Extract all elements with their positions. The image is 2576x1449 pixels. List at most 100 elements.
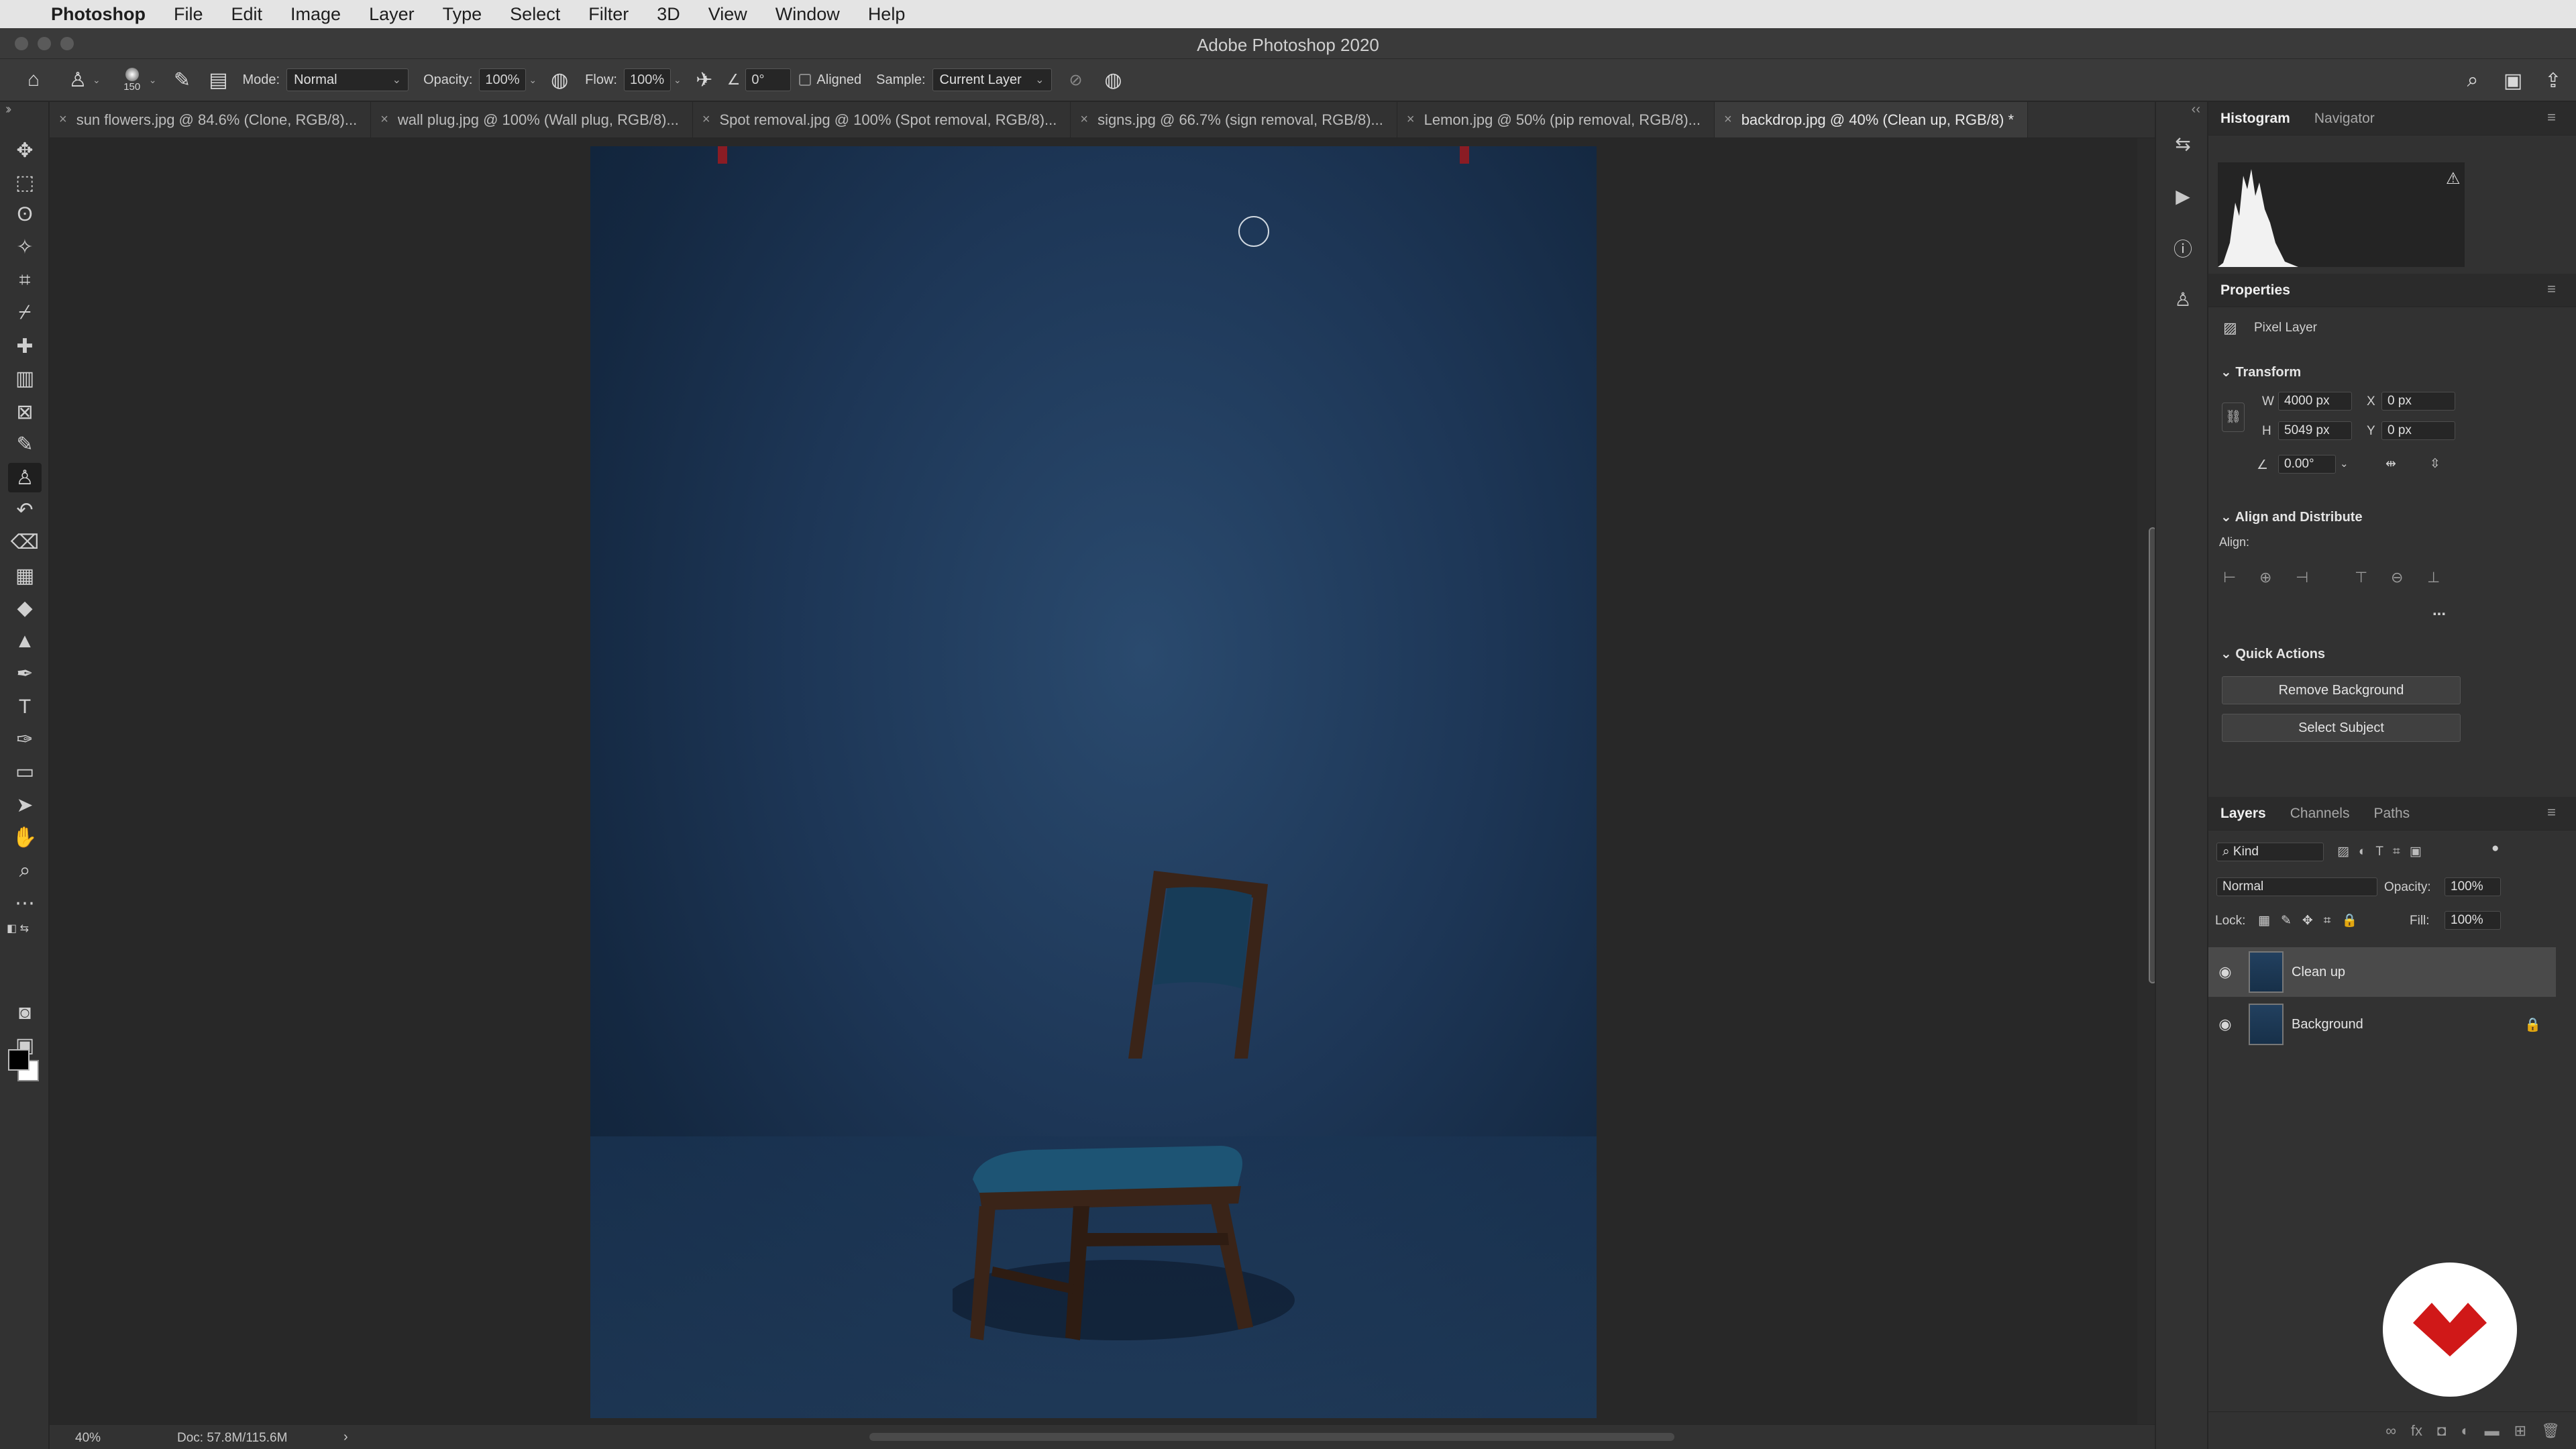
fill-input[interactable]: 100% [2445,911,2501,930]
panel-menu-icon[interactable]: ≡ [2535,109,2568,126]
tab-histogram[interactable]: Histogram [2208,111,2302,127]
foreground-color-swatch[interactable] [8,1049,30,1071]
collapse-panels-icon[interactable]: ‹‹ [2192,102,2200,117]
lock-options-icons[interactable]: ▦✎✥⌗🔒 [2258,912,2368,928]
marquee-tool-icon[interactable]: ⬚ [8,168,42,197]
chevron-down-icon[interactable]: ⌄ [674,74,682,86]
close-icon[interactable]: × [1080,112,1088,127]
history-brush-tool-icon[interactable]: ↶ [8,495,42,525]
gradient-tool-icon[interactable]: ▦ [8,561,42,590]
blur-tool-icon[interactable]: ◆ [8,593,42,623]
zoom-tool-icon[interactable]: ⌕ [8,856,42,885]
lasso-tool-icon[interactable]: ʘ [8,200,42,229]
clone-stamp-tool-icon[interactable]: ♙ [8,463,42,492]
home-icon[interactable]: ⌂ [20,66,47,93]
close-icon[interactable]: × [1724,112,1732,127]
menu-filter[interactable]: Filter [588,4,629,25]
doc-tab-active[interactable]: × backdrop.jpg @ 40% (Clean up, RGB/8) * [1715,102,2028,138]
spot-healing-tool-icon[interactable]: ✚ [8,331,42,361]
app-name-menu[interactable]: Photoshop [51,4,146,25]
direct-select-tool-icon[interactable]: ➤ [8,790,42,820]
layer-opacity-input[interactable]: 100% [2445,877,2501,896]
link-icon[interactable]: ⛓ [2222,402,2245,432]
default-colors-icon[interactable]: ◧ ⇆ [7,922,29,935]
sample-select[interactable]: Current Layer ⌄ [932,68,1052,91]
quick-select-tool-icon[interactable]: ✧ [8,232,42,262]
menu-type[interactable]: Type [443,4,482,25]
menu-window[interactable]: Window [775,4,840,25]
menu-3d[interactable]: 3D [657,4,680,25]
align-hcenter-icon[interactable]: ⊕ [2259,569,2271,586]
menu-edit[interactable]: Edit [231,4,263,25]
eraser-tool-icon[interactable]: ⌫ [8,527,42,557]
document-image[interactable] [590,146,1597,1418]
more-tools-icon[interactable]: ⋯ [8,888,42,918]
delete-layer-icon[interactable]: 🗑 [2541,1422,2560,1440]
status-menu-arrow[interactable]: › [343,1430,348,1445]
height-input[interactable]: 5049 px [2278,421,2352,440]
y-input[interactable]: 0 px [2381,421,2455,440]
eye-icon[interactable]: ◉ [2208,963,2242,981]
align-vcenter-icon[interactable]: ⊖ [2391,569,2403,586]
menu-help[interactable]: Help [868,4,906,25]
menu-select[interactable]: Select [510,4,560,25]
layer-filter-icons[interactable]: ▨◐T⌗▣ [2337,844,2431,859]
hand-tool-icon[interactable]: ✋ [8,822,42,852]
info-panel-icon[interactable]: ⓘ [2168,233,2198,263]
clone-source-icon[interactable]: ▤ [205,66,231,93]
close-icon[interactable]: × [702,112,710,127]
move-tool-icon[interactable]: ✥ [8,136,42,165]
doc-tab[interactable]: × sun flowers.jpg @ 84.6% (Clone, RGB/8).… [50,102,372,138]
close-icon[interactable]: × [59,112,67,127]
blend-mode-select[interactable]: Normal [2216,877,2377,896]
shape-tool-icon[interactable]: ▭ [8,757,42,786]
select-subject-button[interactable]: Select Subject [2222,714,2461,742]
collapse-tools-icon[interactable]: ›› [5,102,12,117]
workspace-icon[interactable]: ▣ [2500,67,2526,94]
airbrush-icon[interactable]: ✈ [691,66,718,93]
rotation-input[interactable]: 0.00° [2278,455,2336,474]
menu-view[interactable]: View [708,4,747,25]
tab-channels[interactable]: Channels [2278,806,2362,822]
vertical-scrollbar[interactable] [2137,138,2157,1424]
doc-tab[interactable]: × Lemon.jpg @ 50% (pip removal, RGB/8)... [1397,102,1715,138]
ignore-adjustment-icon[interactable]: ⊘ [1063,66,1089,93]
pressure-opacity-icon[interactable]: ◍ [546,66,573,93]
chevron-down-icon[interactable]: ⌄ [2340,458,2349,470]
quick-actions-section-title[interactable]: ⌄ Quick Actions [2220,645,2325,662]
patch-tool-icon[interactable]: ▥ [8,364,42,393]
horizontal-scrollbar-thumb[interactable] [869,1433,1674,1441]
pressure-size-icon[interactable]: ◍ [1100,66,1127,93]
tab-navigator[interactable]: Navigator [2302,111,2387,127]
layer-row-background[interactable]: ◉ Background 🔒 [2208,1000,2556,1049]
close-icon[interactable]: × [1407,112,1415,127]
canvas-area[interactable] [50,138,2131,1424]
close-icon[interactable]: × [380,112,388,127]
mode-select[interactable]: Normal ⌄ [286,68,409,91]
chevron-down-icon[interactable]: ⌄ [93,74,101,86]
aligned-checkbox[interactable] [799,74,812,86]
layer-filter-select[interactable]: ⌕ Kind [2216,843,2324,861]
clone-stamp-preset-icon[interactable]: ♙ [64,66,91,93]
flip-vertical-icon[interactable]: ⇳ [2430,456,2440,472]
brush-preset-picker[interactable]: 150 [115,67,149,93]
transform-section-title[interactable]: ⌄ Transform [2220,364,2301,380]
x-input[interactable]: 0 px [2381,392,2455,411]
align-left-icon[interactable]: ⊢ [2223,569,2236,586]
link-layers-icon[interactable]: ∞ [2385,1422,2396,1440]
angle-input[interactable]: 0° [745,68,792,91]
more-options-icon[interactable]: ... [2432,601,2446,620]
eyedropper-tool-icon[interactable]: ⌿ [8,298,42,327]
search-icon[interactable]: ⌕ [2459,67,2486,94]
type-tool-icon[interactable]: T [8,692,42,722]
align-top-icon[interactable]: ⊤ [2355,569,2367,586]
flow-input[interactable]: 100% [623,68,671,91]
clone-source-panel-icon[interactable]: ♙ [2168,284,2198,314]
adjustment-icon[interactable]: ◐ [2461,1422,2469,1440]
tab-layers[interactable]: Layers [2208,806,2278,822]
share-icon[interactable]: ⇪ [2540,67,2567,94]
opacity-input[interactable]: 100% [479,68,527,91]
pen-tool-icon[interactable]: ✒ [8,659,42,688]
warning-icon[interactable]: ⚠ [2446,169,2461,189]
remove-background-button[interactable]: Remove Background [2222,676,2461,704]
